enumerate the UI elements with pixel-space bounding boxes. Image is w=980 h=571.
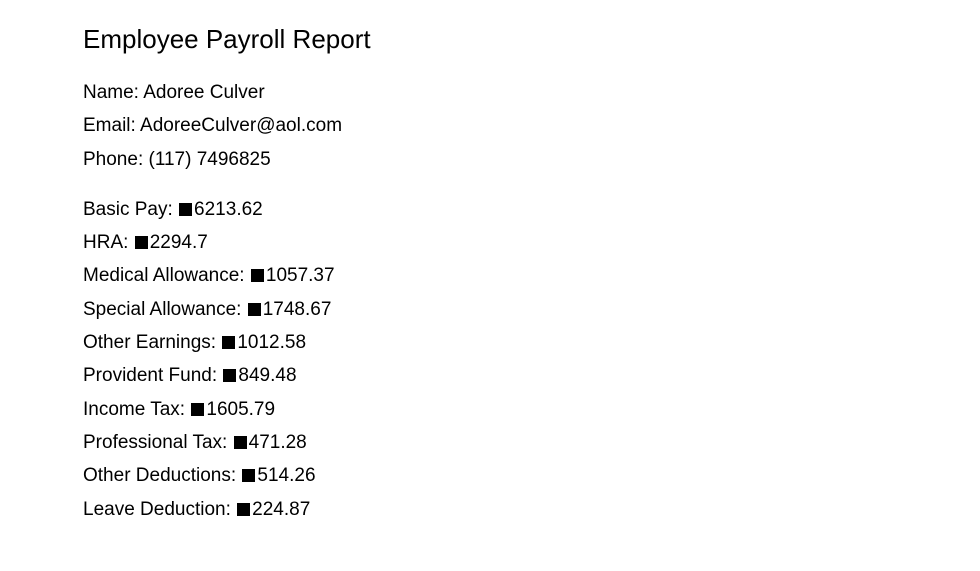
pay-item-other-deductions: Other Deductions: 514.26 [83,459,371,492]
pay-item-label: Provident Fund: [83,365,223,387]
pay-item-leave-deduction: Leave Deduction: 224.87 [83,493,371,526]
pay-item-label: Medical Allowance: [83,265,250,287]
pay-item-label: HRA: [83,232,134,254]
employee-name-label: Name: [83,82,144,103]
currency-glyph-icon [191,402,205,416]
pay-items-section: Basic Pay: 6213.62 HRA: 2294.7 Medical A… [83,193,371,526]
pay-item-value: 2294.7 [149,232,208,254]
pay-item-value: 1057.37 [265,265,335,287]
pay-item-label: Other Deductions: [83,465,242,487]
report-title: Employee Payroll Report [83,24,371,54]
currency-glyph-icon [179,202,193,216]
pay-item-medical-allowance: Medical Allowance: 1057.37 [83,259,371,292]
pay-item-label: Other Earnings: [83,332,222,354]
pay-item-label: Basic Pay: [83,198,179,220]
pay-item-value: 1605.79 [206,398,276,420]
employee-email-label: Email: [83,115,141,137]
pay-item-value: 849.48 [238,365,297,387]
currency-glyph-icon [233,435,247,449]
pay-item-value: 1012.58 [237,332,307,354]
pay-item-other-earnings: Other Earnings: 1012.58 [83,326,371,359]
employee-phone-label: Phone: [83,148,149,170]
employee-contact-section: Name: Adoree Culver Email: AdoreeCulver@… [83,76,371,176]
currency-glyph-icon [247,302,261,316]
pay-item-provident-fund: Provident Fund: 849.48 [83,359,371,392]
employee-email-row: Email: AdoreeCulver@aol.com [83,109,371,142]
pay-item-basic-pay: Basic Pay: 6213.62 [83,193,371,226]
pay-item-label: Professional Tax: [83,431,233,453]
currency-glyph-icon [222,336,236,350]
currency-glyph-icon [237,502,251,516]
pay-item-value: 224.87 [252,498,311,520]
payroll-report: Employee Payroll Report Name: Adoree Cul… [83,22,371,526]
pay-item-value: 6213.62 [194,198,263,220]
pay-item-label: Leave Deduction: [83,498,237,520]
employee-phone-value: (117) 7496825 [148,148,271,170]
pay-item-hra: HRA: 2294.7 [83,226,371,259]
pay-item-professional-tax: Professional Tax: 471.28 [83,426,371,459]
pay-item-label: Special Allowance: [83,298,247,320]
currency-glyph-icon [242,469,256,483]
currency-glyph-icon [250,269,264,283]
employee-name-value: Adoree Culver [143,82,265,103]
employee-email-value: AdoreeCulver@aol.com [140,115,343,137]
employee-name-row: Name: Adoree Culver [83,76,371,109]
employee-phone-row: Phone: (117) 7496825 [83,143,371,176]
pay-item-value: 1748.67 [262,298,332,320]
currency-glyph-icon [134,236,148,250]
pay-item-label: Income Tax: [83,398,191,420]
pay-item-value: 514.26 [257,465,316,487]
pay-item-special-allowance: Special Allowance: 1748.67 [83,293,371,326]
currency-glyph-icon [223,369,237,383]
pay-item-income-tax: Income Tax: 1605.79 [83,393,371,426]
pay-item-value: 471.28 [248,431,307,453]
